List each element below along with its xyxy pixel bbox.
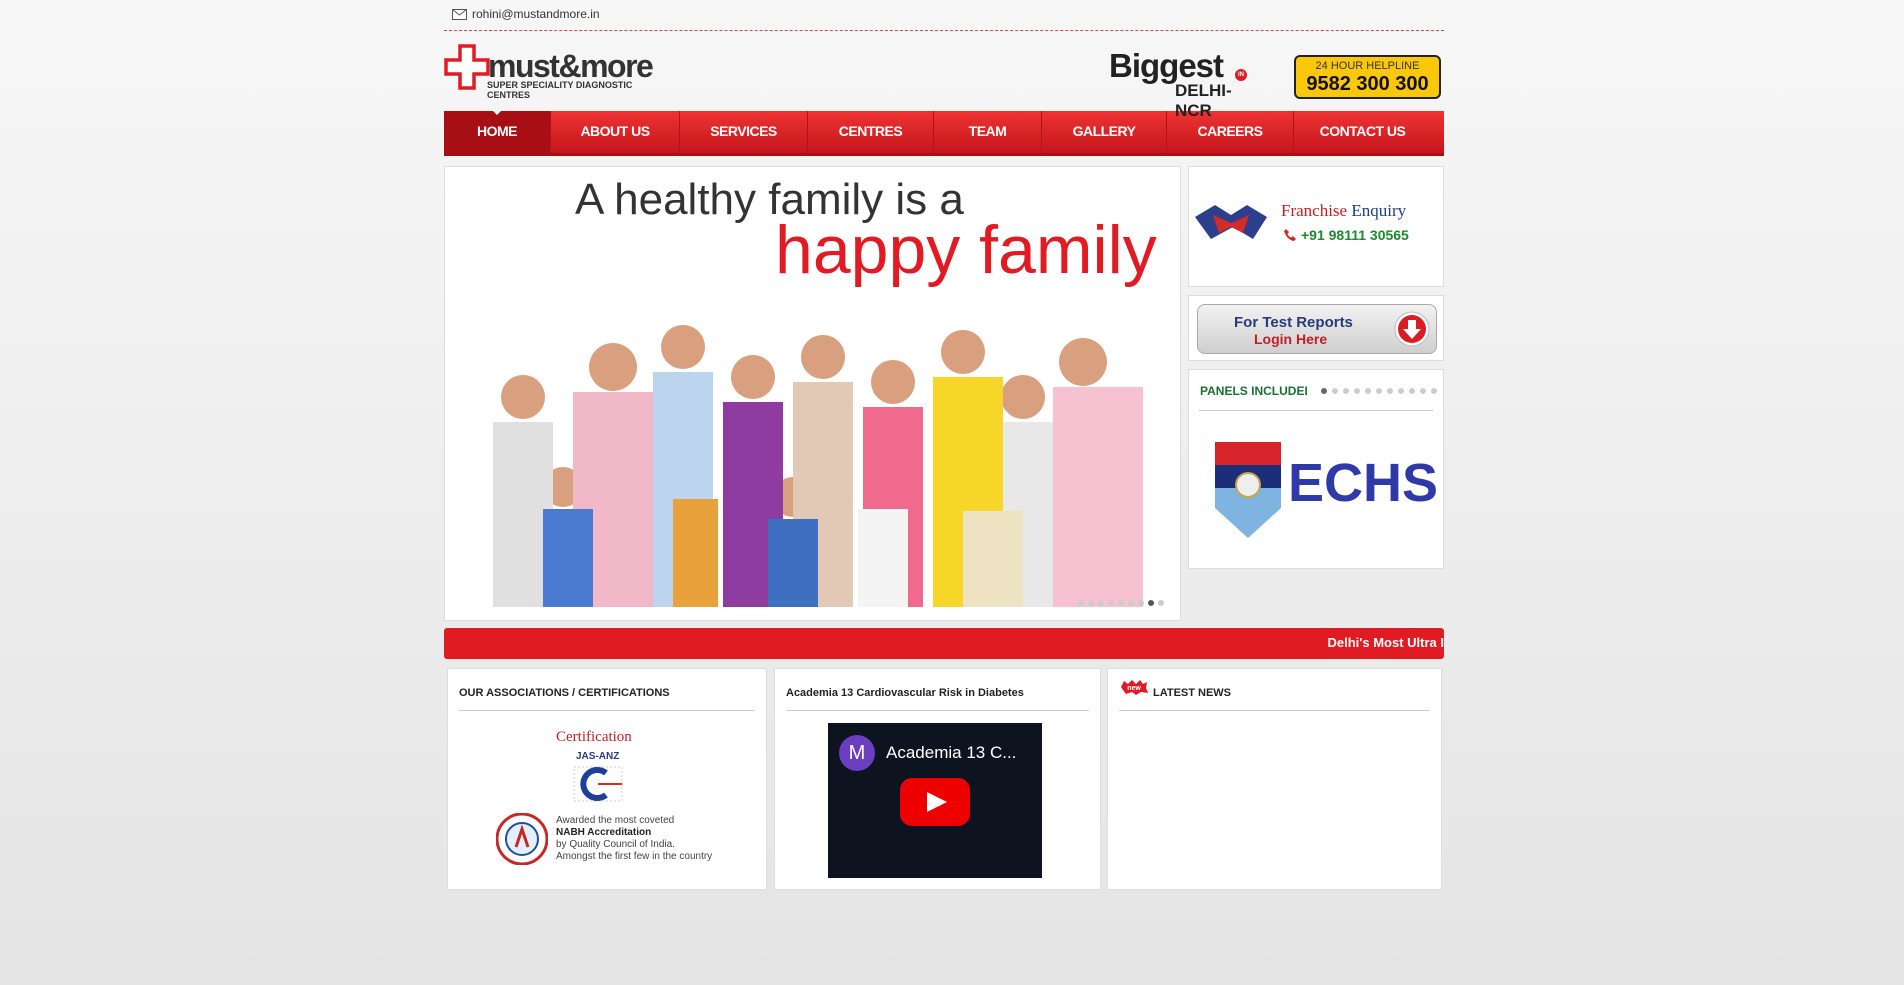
- slider-dot[interactable]: [1128, 600, 1134, 606]
- play-icon[interactable]: [900, 778, 970, 826]
- helpline-box[interactable]: 24 HOUR HELPLINE 9582 300 300: [1294, 55, 1441, 99]
- latest-news-box: new LATEST NEWS: [1107, 668, 1442, 890]
- slider-dots: [1078, 600, 1164, 606]
- echs-logo-text: ECHS: [1288, 453, 1439, 513]
- panels-dot[interactable]: [1387, 388, 1393, 394]
- slider-dot[interactable]: [1108, 600, 1114, 606]
- nabh-seal-icon: [496, 813, 548, 865]
- divider: [1199, 410, 1433, 411]
- associations-heading: OUR ASSOCIATIONS / CERTIFICATIONS: [459, 687, 670, 699]
- slider-dot[interactable]: [1138, 600, 1144, 606]
- slide-highlight: happy family: [775, 212, 1157, 288]
- certification-mark-icon: [573, 766, 623, 802]
- nav-team[interactable]: TEAM: [934, 111, 1042, 153]
- nav-centres[interactable]: CENTRES: [808, 111, 934, 153]
- slider-dot[interactable]: [1118, 600, 1124, 606]
- in-dot: IN: [1235, 69, 1247, 81]
- nabh-description: Awarded the most coveted NABH Accreditat…: [556, 815, 713, 862]
- new-badge-icon: new: [1121, 680, 1148, 695]
- slider-dot[interactable]: [1158, 600, 1164, 606]
- slider-dot-active[interactable]: [1148, 600, 1154, 606]
- biggest-word: Biggest: [1109, 47, 1224, 84]
- svg-text:new: new: [1127, 685, 1141, 692]
- divider: [786, 710, 1089, 711]
- news-ticker: Delhi's Most Ultra I: [444, 628, 1444, 659]
- video-box: Academia 13 Cardiovascular Risk in Diabe…: [774, 668, 1101, 890]
- biggest-badge: Biggest IN DELHI-NCR: [1109, 47, 1247, 120]
- nav-contact-us[interactable]: CONTACT US: [1294, 111, 1431, 153]
- handshake-icon: [1195, 205, 1267, 239]
- panels-dots: [1321, 388, 1437, 394]
- main-nav: HOME ABOUT US SERVICES CENTRES TEAM GALL…: [444, 111, 1444, 156]
- panels-dot[interactable]: [1398, 388, 1404, 394]
- slider-dot[interactable]: [1078, 600, 1084, 606]
- associations-box: OUR ASSOCIATIONS / CERTIFICATIONS Certif…: [447, 668, 767, 890]
- test-reports-login-button[interactable]: For Test Reports Login Here: [1197, 304, 1437, 354]
- nav-about-us[interactable]: ABOUT US: [551, 111, 680, 153]
- panels-dot[interactable]: [1431, 388, 1437, 394]
- latest-news-heading: LATEST NEWS: [1153, 687, 1232, 699]
- panels-dot[interactable]: [1365, 388, 1371, 394]
- family-photo: [463, 287, 1163, 607]
- phone-icon: [1284, 229, 1296, 241]
- brand-tagline: SUPER SPECIALITY DIAGNOSTIC CENTRES: [487, 80, 633, 100]
- nav-home[interactable]: HOME: [444, 111, 551, 153]
- test-reports-label: For Test Reports: [1234, 314, 1353, 331]
- panels-dot[interactable]: [1354, 388, 1360, 394]
- helpline-number: 9582 300 300: [1306, 73, 1429, 95]
- panels-dot[interactable]: [1376, 388, 1382, 394]
- panels-included-box: PANELS INCLUDEI ECHS: [1188, 369, 1444, 569]
- email-link[interactable]: rohini@mustandmore.in: [472, 7, 600, 21]
- panels-dot[interactable]: [1332, 388, 1338, 394]
- slider-dot[interactable]: [1088, 600, 1094, 606]
- panels-dot[interactable]: [1409, 388, 1415, 394]
- franchise-phone: +91 98111 30565: [1301, 227, 1409, 243]
- certification-title: Certification: [556, 729, 632, 745]
- ticker-text[interactable]: Delhi's Most Ultra I: [1328, 635, 1445, 650]
- page-container: rohini@mustandmore.in must&more SUPER SP…: [444, 0, 1444, 890]
- video-title[interactable]: Academia 13 C...: [886, 743, 1016, 763]
- franchise-title: Franchise Enquiry: [1281, 201, 1407, 220]
- divider: [1119, 710, 1430, 711]
- medical-cross-icon: [444, 44, 490, 90]
- nav-careers[interactable]: CAREERS: [1167, 111, 1294, 153]
- jas-anz-label: JAS-ANZ: [576, 751, 620, 762]
- panels-dot[interactable]: [1420, 388, 1426, 394]
- nav-services[interactable]: SERVICES: [680, 111, 808, 153]
- download-arrow-icon: [1394, 311, 1430, 347]
- test-reports-box: For Test Reports Login Here: [1188, 295, 1444, 361]
- echs-emblem-icon: [1215, 442, 1281, 538]
- panels-dot[interactable]: [1343, 388, 1349, 394]
- hero-slider[interactable]: A healthy family is a happy family: [444, 166, 1181, 621]
- panels-heading: PANELS INCLUDEI: [1200, 384, 1308, 398]
- slider-dot[interactable]: [1098, 600, 1104, 606]
- video-player[interactable]: M Academia 13 C...: [828, 723, 1042, 878]
- panels-dot-active[interactable]: [1321, 388, 1327, 394]
- franchise-enquiry-banner[interactable]: Franchise Enquiry +91 98111 30565: [1188, 166, 1444, 287]
- divider: [459, 710, 755, 711]
- helpline-label: 24 HOUR HELPLINE: [1315, 60, 1420, 72]
- video-heading: Academia 13 Cardiovascular Risk in Diabe…: [786, 687, 1024, 699]
- channel-avatar[interactable]: M: [839, 735, 875, 771]
- nav-gallery[interactable]: GALLERY: [1042, 111, 1167, 153]
- header: must&more SUPER SPECIALITY DIAGNOSTIC CE…: [444, 31, 1444, 120]
- site-logo[interactable]: must&more SUPER SPECIALITY DIAGNOSTIC CE…: [444, 44, 674, 100]
- mail-icon: [452, 9, 467, 20]
- login-label: Login Here: [1254, 331, 1328, 347]
- top-bar: rohini@mustandmore.in: [444, 0, 1444, 31]
